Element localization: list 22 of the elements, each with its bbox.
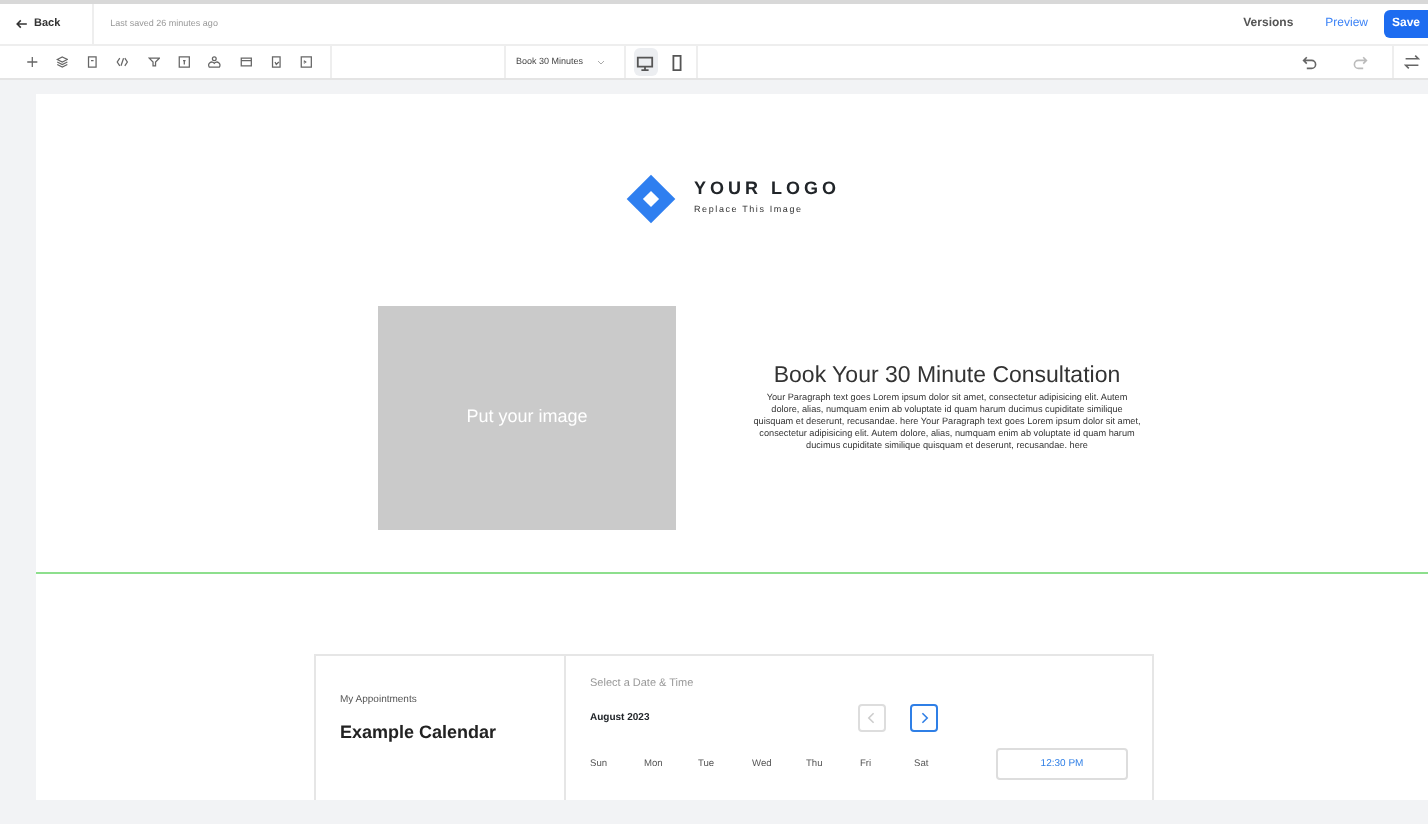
swap-icon[interactable] bbox=[1403, 54, 1419, 70]
chevron-left-icon bbox=[864, 710, 880, 727]
desktop-view-button[interactable] bbox=[634, 48, 657, 76]
logo-title: YOUR LOGO bbox=[693, 179, 840, 198]
card-icon[interactable] bbox=[239, 54, 252, 70]
funnel-icon[interactable] bbox=[147, 54, 160, 70]
document-icon[interactable] bbox=[86, 54, 99, 70]
undo-icon[interactable] bbox=[1301, 54, 1317, 70]
form-icon[interactable] bbox=[177, 54, 191, 70]
add-icon[interactable] bbox=[25, 54, 38, 70]
heading: Book Your 30 Minute Consultation bbox=[771, 364, 1123, 390]
back-arrow-icon bbox=[16, 18, 28, 30]
mobile-icon bbox=[667, 53, 686, 71]
calendar-name: Example Calendar bbox=[340, 719, 499, 746]
terminal-icon[interactable] bbox=[300, 54, 313, 70]
layers-icon[interactable] bbox=[55, 54, 69, 70]
code-icon[interactable] bbox=[116, 54, 130, 70]
next-month-button[interactable] bbox=[910, 704, 938, 733]
desktop-icon bbox=[636, 53, 655, 71]
logo-icon bbox=[623, 171, 678, 225]
chevron-right-icon bbox=[916, 710, 932, 727]
people-icon[interactable] bbox=[208, 54, 222, 70]
